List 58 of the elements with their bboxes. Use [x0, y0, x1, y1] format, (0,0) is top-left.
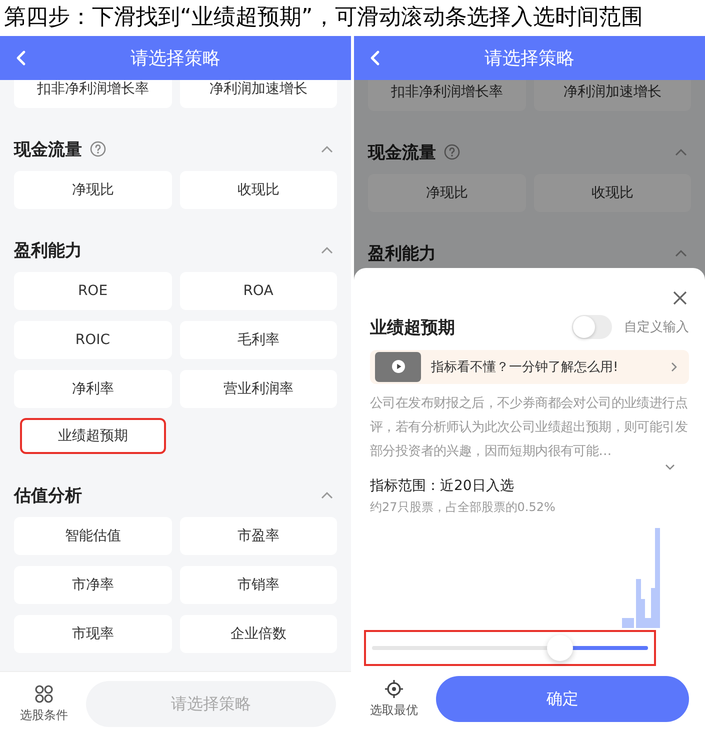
strategy-option[interactable]: 净现比 [368, 174, 526, 212]
strategy-option[interactable]: 市销率 [180, 566, 337, 604]
collapse-caret-icon[interactable] [321, 491, 333, 499]
section-title: 现金流量 [14, 138, 82, 160]
strategy-option[interactable]: 净利率 [14, 370, 172, 408]
strategy-option[interactable]: 营业利润率 [180, 370, 337, 408]
crosshair-icon[interactable] [384, 679, 404, 700]
strategy-option[interactable]: 业绩超预期 [20, 418, 166, 454]
strategy-option[interactable]: 净利润加速增长 [180, 80, 337, 108]
play-icon[interactable] [392, 360, 404, 374]
strategy-option[interactable]: 净利润加速增长 [534, 80, 691, 111]
confirm-button[interactable]: 确定 [436, 676, 689, 722]
collapse-caret-icon[interactable] [321, 246, 333, 254]
help-icon[interactable] [90, 141, 106, 157]
strategy-option[interactable]: 毛利率 [180, 321, 337, 359]
conditions-label[interactable]: 选股条件 [20, 707, 68, 724]
video-banner[interactable]: 指标看不懂？一分钟了解怎么用! [370, 350, 689, 384]
stock-count-note: 约27只股票，占全部股票的0.52% [370, 498, 556, 516]
collapse-caret-icon[interactable] [675, 249, 687, 257]
strategy-option[interactable]: 净现比 [14, 171, 172, 209]
collapse-caret-icon[interactable] [321, 145, 333, 153]
strategy-option[interactable]: ROIC [14, 321, 172, 359]
slider-thumb[interactable] [546, 635, 573, 661]
chevron-right-icon [671, 362, 677, 372]
strategy-option[interactable]: 市净率 [14, 566, 172, 604]
section-title: 盈利能力 [14, 240, 82, 262]
section-title: 现金流量 [368, 142, 436, 164]
strategy-option[interactable]: 扣非净利润增长率 [14, 80, 172, 108]
grid-icon[interactable] [34, 684, 54, 704]
strategy-option[interactable]: 市盈率 [180, 517, 337, 555]
help-icon[interactable] [444, 144, 460, 160]
strategy-option[interactable]: ROE [14, 272, 172, 310]
strategy-option[interactable]: 收现比 [180, 171, 337, 209]
sheet-title: 业绩超预期 [370, 316, 455, 339]
collapse-caret-icon[interactable] [675, 148, 687, 156]
expand-chevron-icon[interactable] [665, 464, 675, 470]
video-banner-text: 指标看不懂？一分钟了解怎么用! [431, 358, 618, 376]
strategy-option[interactable]: 智能估值 [14, 517, 172, 555]
range-label: 指标范围：近20日入选 [370, 476, 515, 495]
screen-title: 请选择策略 [484, 47, 574, 70]
strategy-option[interactable]: 扣非净利润增长率 [368, 80, 526, 111]
strategy-option[interactable]: ROA [180, 272, 337, 310]
range-slider[interactable] [372, 634, 648, 662]
strategy-option[interactable]: 收现比 [534, 174, 691, 212]
video-thumbnail[interactable] [375, 352, 421, 382]
custom-input-label: 自定义输入 [624, 319, 689, 336]
close-icon[interactable] [673, 291, 687, 305]
section-title: 盈利能力 [368, 242, 436, 264]
best-pick-label[interactable]: 选取最优 [370, 702, 418, 720]
custom-input-toggle[interactable] [572, 315, 612, 340]
section-title: 估值分析 [14, 484, 82, 506]
back-icon[interactable] [370, 50, 380, 66]
step-caption: 第四步：下滑找到“业绩超预期”，可滑动滚动条选择入选时间范围 [3, 4, 644, 32]
back-icon[interactable] [16, 50, 26, 66]
strategy-option[interactable]: 市现率 [14, 615, 172, 653]
screen-title: 请选择策略 [130, 47, 220, 70]
indicator-description: 公司在发布财报之后，不少券商都会对公司的业绩进行点评，若有分析师认为此次公司业绩超出预期，则可能引发部分投资者的兴趣，因而短期内很有可能… [370, 394, 689, 461]
strategy-option[interactable]: 企业倍数 [180, 615, 337, 653]
